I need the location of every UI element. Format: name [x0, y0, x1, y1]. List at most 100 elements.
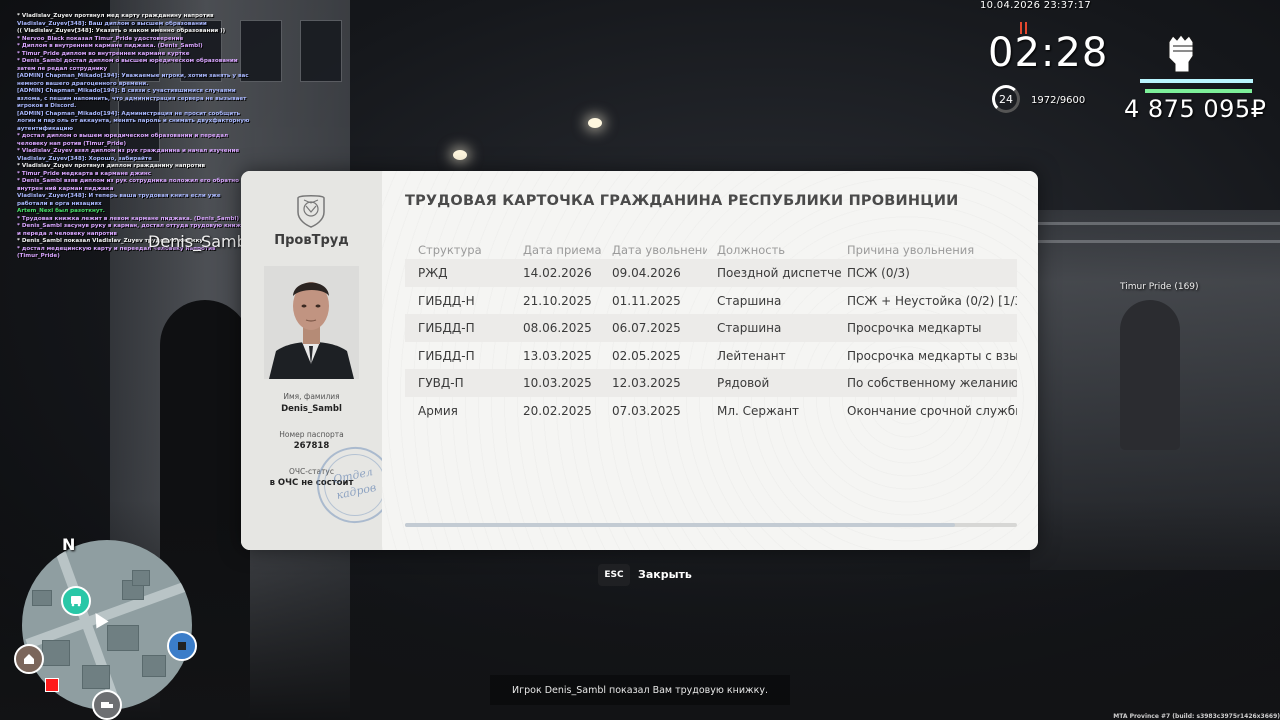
cell-position: Лейтенант — [717, 348, 786, 363]
compass-north: N — [62, 535, 76, 554]
xp-counter: 1972/9600 — [1031, 95, 1086, 106]
waypoint-icon — [167, 631, 197, 661]
horizontal-scrollbar[interactable] — [405, 523, 1017, 527]
table-row: ГУВД-П 10.03.2025 12.03.2025 Рядовой По … — [405, 369, 1017, 397]
hud-datetime: 10.04.2026 23:37:17 — [980, 0, 1092, 11]
column-header: Дата увольнения — [612, 243, 707, 257]
column-header: Причина увольнения — [847, 243, 975, 257]
money-display: 4 875 095₽ — [1124, 95, 1267, 123]
table-row: ГИБДД-Н 21.10.2025 01.11.2025 Старшина П… — [405, 287, 1017, 315]
cell-dismiss-date: 01.11.2025 — [612, 293, 681, 308]
name-value: Denis_Sambl — [281, 404, 342, 414]
profile-photo — [264, 266, 359, 379]
card-title: ТРУДОВАЯ КАРТОЧКА ГРАЖДАНИНА РЕСПУБЛИКИ … — [405, 193, 959, 209]
rail-line — [1030, 222, 1280, 225]
armor-bar — [1145, 89, 1252, 93]
cell-hire-date: 13.03.2025 — [523, 348, 592, 363]
chat-message: * Nervoo_Black показал Timur_Pride удост… — [17, 35, 184, 42]
chat-message: Vladislav_Zuyev[348]: И теперь ваша труд… — [17, 193, 221, 207]
cell-structure: ГУВД-П — [418, 376, 464, 390]
street-lamp — [453, 150, 467, 160]
chat-message: * Timur_Pride медкарта в кармане джинс — [17, 170, 152, 177]
chat-message: * Timur_Pride диплом во внутреннем карма… — [17, 50, 190, 57]
table-header: Структура Дата приема Дата увольнения До… — [405, 235, 1017, 259]
column-header: Должность — [717, 243, 786, 257]
fist-icon — [1168, 34, 1194, 73]
cell-hire-date: 10.03.2025 — [523, 376, 592, 390]
chat-message: * Denis_Sambl достал диплом о высшем юре… — [17, 58, 238, 72]
chat-message: * Диплом в внутреннем кармане пиджака. (… — [17, 43, 203, 49]
cell-structure: ГИБДД-П — [418, 348, 475, 363]
chat-message: Artem_Nexi был разоткнут. — [17, 208, 105, 214]
cell-structure: ГИБДД-Н — [418, 293, 475, 308]
cell-structure: РЖД — [418, 266, 448, 280]
cell-dismiss-date: 12.03.2025 — [612, 376, 681, 390]
npc-figure — [1120, 300, 1180, 450]
org-name: ПровТруд — [274, 233, 349, 248]
table-row: ГИБДД-П 08.06.2025 06.07.2025 Старшина П… — [405, 314, 1017, 342]
chat-message: * Vladislav_Zuyev взял диплом из рук гра… — [17, 148, 240, 154]
build-info: MTA Province #7 (build: s3983c3975r1426x… — [1113, 713, 1280, 720]
close-button[interactable]: Закрыть — [638, 568, 692, 581]
notification: Игрок Denis_Sambl показал Вам трудовую к… — [490, 675, 790, 705]
chat-log: * Vladislav_Zuyev протянул мед карту гра… — [17, 13, 253, 261]
scrollbar-thumb[interactable] — [405, 523, 955, 527]
cell-reason: По собственному желанию — [847, 376, 1017, 390]
cell-position: Мл. Сержант — [717, 403, 800, 418]
chat-message: [ADMIN] Chapman_Mikado[194]: Уважаемые и… — [17, 73, 249, 87]
cell-hire-date: 20.02.2025 — [523, 403, 592, 418]
player-nametag: Denis_Sambl — [148, 232, 252, 251]
card-main: ТРУДОВАЯ КАРТОЧКА ГРАЖДАНИНА РЕСПУБЛИКИ … — [382, 171, 1038, 550]
cell-reason: Просрочка медкарты с взыско — [847, 348, 1017, 363]
emblem-icon — [297, 195, 325, 228]
chat-message: * Vladislav_Zuyev протянул диплом гражда… — [17, 163, 206, 169]
table-row: РЖД 14.02.2026 09.04.2026 Поездной диспе… — [405, 259, 1017, 287]
cell-position: Старшина — [717, 321, 782, 335]
cell-dismiss-date: 07.03.2025 — [612, 403, 681, 418]
cell-position: Рядовой — [717, 376, 770, 390]
street-lamp — [588, 118, 602, 128]
table-row: Армия 20.02.2025 07.03.2025 Мл. Сержант … — [405, 397, 1017, 425]
chat-message: * Трудовая книжка лежит в левом кармане … — [17, 215, 240, 222]
name-label: Имя, фамилия — [283, 392, 340, 401]
chat-message: * достал диплом о вышем юредическом обра… — [17, 133, 229, 147]
hud-clock: 02:28 — [988, 30, 1109, 76]
chat-message: * Vladislav_Zuyev протянул мед карту гра… — [17, 13, 214, 19]
rail-line — [1030, 240, 1280, 243]
chat-message: Vladislav_Zuyev[348]: Ваш диплом о высше… — [17, 20, 207, 27]
chat-message: (( Vladislav_Zuyev[348]: Указать о каком… — [17, 28, 226, 34]
level-ring: 24 — [992, 85, 1020, 113]
cell-structure: Армия — [418, 403, 458, 418]
cell-dismiss-date: 02.05.2025 — [612, 348, 681, 363]
cell-dismiss-date: 06.07.2025 — [612, 321, 681, 335]
chat-message: [ADMIN] Chapman_Mikado[194]: В связи с у… — [17, 88, 247, 109]
chat-message: Vladislav_Zuyev[348]: Хорошо, забирайте — [17, 155, 152, 162]
cell-dismiss-date: 09.04.2026 — [612, 266, 681, 280]
cell-hire-date: 14.02.2026 — [523, 266, 592, 280]
chat-message: * Denis_Sambl взяв диплом из рук сотрудн… — [17, 178, 245, 192]
cell-hire-date: 08.06.2025 — [523, 321, 592, 335]
level-value: 24 — [999, 92, 1013, 106]
cell-reason: Просрочка медкарты — [847, 321, 982, 335]
bus-stop-icon — [61, 586, 91, 616]
cell-reason: ПСЖ + Неустойка (0/2) [1/3 — [847, 293, 1017, 308]
npc-nametag: Timur Pride (169) — [1120, 282, 1199, 292]
column-header: Структура — [418, 243, 482, 257]
table-row: ГИБДД-П 13.03.2025 02.05.2025 Лейтенант … — [405, 342, 1017, 370]
cell-hire-date: 21.10.2025 — [523, 293, 592, 308]
cell-reason: Окончание срочной службы — [847, 403, 1017, 418]
work-card-modal: ПровТруд Имя, фамилия Denis_Sambl Номер … — [241, 171, 1038, 550]
house-icon — [14, 644, 44, 674]
marker-icon — [45, 678, 59, 692]
cell-position: Старшина — [717, 293, 782, 308]
employment-table: Структура Дата приема Дата увольнения До… — [405, 235, 1017, 424]
health-bar — [1140, 79, 1253, 83]
esc-key-button[interactable]: ESC — [598, 564, 630, 586]
truck-icon — [92, 690, 122, 720]
cell-structure: ГИБДД-П — [418, 321, 475, 335]
chat-message: [ADMIN] Chapman_Mikado[194]: Администрац… — [17, 110, 250, 132]
cell-reason: ПСЖ (0/3) — [847, 266, 910, 280]
passport-label: Номер паспорта — [279, 430, 344, 439]
column-header: Дата приема — [523, 243, 602, 257]
cell-position: Поездной диспетчер — [717, 266, 842, 280]
